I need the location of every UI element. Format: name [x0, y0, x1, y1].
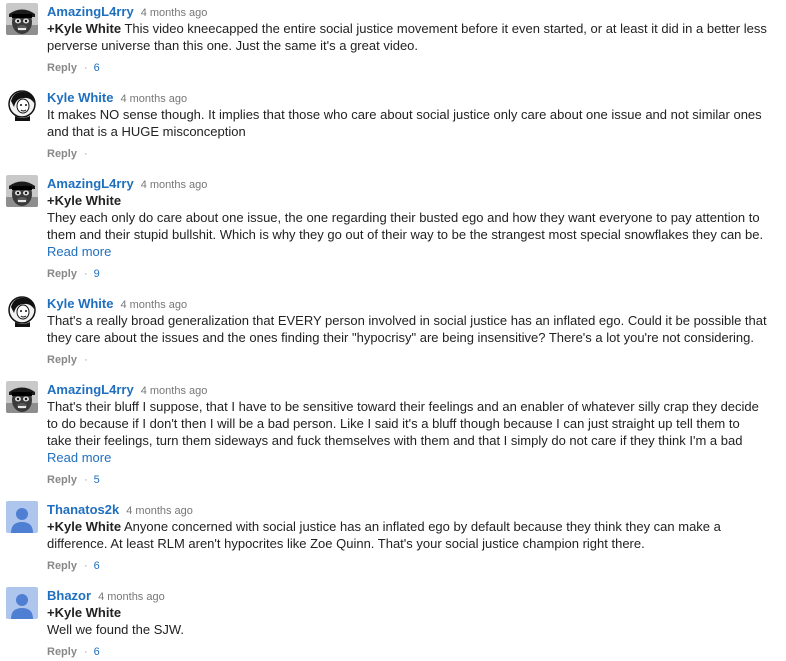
- read-more-link[interactable]: Read more: [47, 449, 775, 466]
- comment-text-line: +Kyle White: [47, 192, 775, 209]
- mention[interactable]: +Kyle White: [47, 193, 121, 208]
- reply-button[interactable]: Reply: [47, 474, 77, 486]
- timestamp[interactable]: 4 months ago: [141, 179, 208, 191]
- comment-header: Kyle White 4 months ago: [47, 89, 775, 106]
- comment-text-line: +Kyle White This video kneecapped the en…: [47, 20, 775, 37]
- separator-dot: ·: [83, 354, 88, 366]
- author-name[interactable]: AmazingL4rry: [47, 382, 134, 397]
- separator-dot: ·: [83, 560, 88, 572]
- like-count[interactable]: 6: [94, 62, 100, 74]
- comment-actions: Reply · 9: [47, 267, 100, 281]
- gorilla-avatar-icon[interactable]: [6, 381, 38, 413]
- mention[interactable]: +Kyle White: [47, 21, 121, 36]
- comment-text-line: to do because if I don't then I will be …: [47, 416, 740, 431]
- comment-text-line: difference. At least RLM aren't hypocrit…: [47, 536, 645, 551]
- comment-text-line: Well we found the SJW.: [47, 622, 185, 637]
- author-name[interactable]: Kyle White: [47, 296, 113, 311]
- comment-actions: Reply ·: [47, 147, 94, 161]
- comment-text-line: That's their bluff I suppose, that I hav…: [47, 399, 759, 414]
- comment-header: Thanatos2k 4 months ago: [47, 501, 775, 518]
- comment-header: AmazingL4rry 4 months ago: [47, 175, 775, 192]
- author-name[interactable]: AmazingL4rry: [47, 4, 134, 19]
- timestamp[interactable]: 4 months ago: [141, 385, 208, 397]
- separator-dot: ·: [83, 474, 88, 486]
- author-name[interactable]: Bhazor: [47, 588, 91, 603]
- comment-actions: Reply · 5: [47, 473, 100, 487]
- separator-dot: ·: [83, 148, 88, 160]
- author-name[interactable]: AmazingL4rry: [47, 176, 134, 191]
- comment-text-line: take their feelings, turn them sideways …: [47, 433, 743, 448]
- timestamp[interactable]: 4 months ago: [120, 299, 187, 311]
- separator-dot: ·: [83, 646, 88, 658]
- separator-dot: ·: [83, 268, 88, 280]
- like-count[interactable]: 9: [94, 268, 100, 280]
- reply-button[interactable]: Reply: [47, 268, 77, 280]
- comment-header: AmazingL4rry 4 months ago: [47, 381, 775, 398]
- author-name[interactable]: Thanatos2k: [47, 502, 119, 517]
- portrait-avatar-icon[interactable]: [6, 89, 38, 121]
- like-count[interactable]: 6: [94, 646, 100, 658]
- read-more-link[interactable]: Read more: [47, 243, 775, 260]
- reply-button[interactable]: Reply: [47, 62, 77, 74]
- comment-text-line: They each only do care about one issue, …: [47, 210, 760, 225]
- comment-actions: Reply · 6: [47, 559, 100, 573]
- comment-text-line: perverse universe than this one. Just th…: [47, 38, 419, 53]
- reply-button[interactable]: Reply: [47, 646, 77, 658]
- comment-header: Bhazor 4 months ago: [47, 587, 775, 604]
- reply-button[interactable]: Reply: [47, 148, 77, 160]
- like-count[interactable]: 6: [94, 560, 100, 572]
- comment-text-line: It makes NO sense though. It implies tha…: [47, 107, 762, 122]
- comment-text-line: +Kyle White: [47, 604, 775, 621]
- comment-actions: Reply · 6: [47, 61, 100, 75]
- comment-actions: Reply · 6: [47, 645, 100, 659]
- comment-text-line: them and their stupid bullshit. Which is…: [47, 227, 764, 242]
- default-user-avatar-icon[interactable]: [6, 501, 38, 533]
- comment-text-line: and that is a HUGE misconception: [47, 124, 246, 139]
- comment-text-line: they care about the issues and the ones …: [47, 330, 754, 345]
- author-name[interactable]: Kyle White: [47, 90, 113, 105]
- portrait-avatar-icon[interactable]: [6, 295, 38, 327]
- comment-text-line: That's a really broad generalization tha…: [47, 313, 767, 328]
- comment-thread: AmazingL4rry 4 months ago +Kyle White Thi…: [0, 0, 786, 661]
- reply-button[interactable]: Reply: [47, 560, 77, 572]
- comment-actions: Reply ·: [47, 353, 94, 367]
- timestamp[interactable]: 4 months ago: [126, 505, 193, 517]
- like-count[interactable]: 5: [94, 474, 100, 486]
- reply-button[interactable]: Reply: [47, 354, 77, 366]
- comment-text: This video kneecapped the entire social …: [124, 21, 767, 36]
- comment-text: Anyone concerned with social justice has…: [123, 519, 721, 534]
- mention[interactable]: +Kyle White: [47, 605, 121, 620]
- default-user-avatar-icon[interactable]: [6, 587, 38, 619]
- gorilla-avatar-icon[interactable]: [6, 3, 38, 35]
- timestamp[interactable]: 4 months ago: [141, 7, 208, 19]
- comment-header: AmazingL4rry 4 months ago: [47, 3, 775, 20]
- timestamp[interactable]: 4 months ago: [98, 591, 165, 603]
- comment-header: Kyle White 4 months ago: [47, 295, 775, 312]
- timestamp[interactable]: 4 months ago: [120, 93, 187, 105]
- mention[interactable]: +Kyle White: [47, 519, 121, 534]
- gorilla-avatar-icon[interactable]: [6, 175, 38, 207]
- comment-text-line: +Kyle White Anyone concerned with social…: [47, 518, 775, 535]
- separator-dot: ·: [83, 62, 88, 74]
